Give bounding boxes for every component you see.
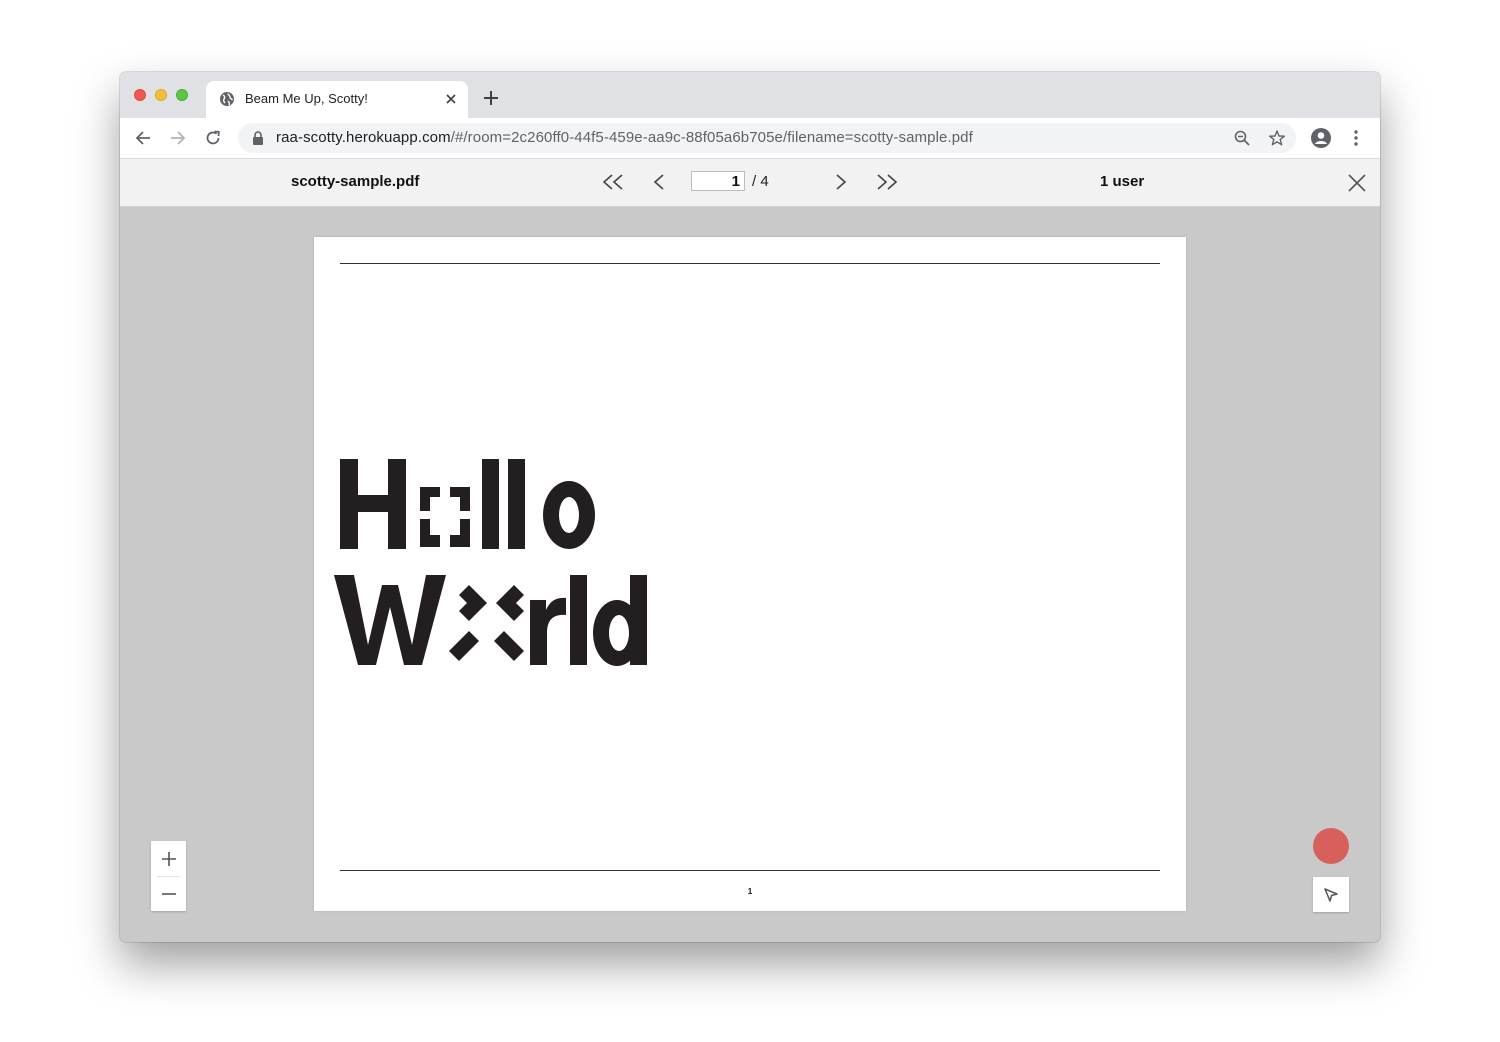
- zoom-indicator-button[interactable]: [1232, 128, 1252, 148]
- more-vertical-icon: [1354, 130, 1358, 146]
- url-text: raa-scotty.herokuapp.com/#/room=2c260ff0…: [276, 129, 973, 146]
- maximize-window-button[interactable]: [176, 89, 188, 101]
- reload-button[interactable]: [202, 127, 224, 149]
- browser-window: Beam Me Up, Scotty! raa-scotty.herokuapp…: [120, 72, 1380, 942]
- last-page-button[interactable]: [874, 170, 900, 194]
- cursor-arrow-icon: [1324, 887, 1338, 902]
- plus-icon: [161, 851, 176, 866]
- first-page-button[interactable]: [600, 170, 626, 194]
- close-icon: [446, 94, 456, 104]
- url-path: /#/room=2c260ff0-44f5-459e-aa9c-88f05a6b…: [450, 129, 973, 146]
- previous-page-button[interactable]: [646, 170, 672, 194]
- page-header-rule: [340, 263, 1160, 264]
- close-icon: [1348, 174, 1366, 192]
- url-host: raa-scotty.herokuapp.com: [276, 129, 451, 146]
- pointer-tool-button[interactable]: [1313, 877, 1349, 912]
- double-chevron-right-icon: [877, 174, 898, 190]
- page-total: / 4: [752, 173, 769, 190]
- arrow-right-icon: [171, 131, 186, 145]
- zoom-in-button[interactable]: [151, 841, 186, 876]
- pdf-page: 1: [314, 237, 1186, 911]
- globe-icon: [220, 92, 234, 106]
- close-window-button[interactable]: [134, 89, 146, 101]
- next-page-button[interactable]: [828, 170, 854, 194]
- reload-icon: [206, 130, 220, 145]
- zoom-controls: [151, 841, 186, 911]
- arrow-left-icon: [135, 131, 150, 145]
- plus-icon: [484, 91, 498, 105]
- record-button[interactable]: [1313, 828, 1349, 864]
- zoom-out-button[interactable]: [151, 876, 186, 911]
- back-button[interactable]: [132, 127, 154, 149]
- lock-icon: [253, 131, 263, 145]
- minimize-window-button[interactable]: [155, 89, 167, 101]
- double-chevron-left-icon: [602, 174, 623, 190]
- bookmark-button[interactable]: [1267, 128, 1287, 148]
- page-footer-number: 1: [747, 887, 753, 896]
- chevron-right-icon: [836, 174, 847, 190]
- account-icon: [1311, 128, 1331, 148]
- minus-icon: [161, 892, 176, 895]
- chevron-left-icon: [653, 174, 664, 190]
- close-viewer-button[interactable]: [1345, 171, 1369, 195]
- browser-toolbar: raa-scotty.herokuapp.com/#/room=2c260ff0…: [120, 118, 1380, 159]
- address-bar[interactable]: raa-scotty.herokuapp.com/#/room=2c260ff0…: [238, 123, 1296, 153]
- new-tab-button[interactable]: [482, 89, 500, 107]
- star-icon: [1269, 130, 1285, 146]
- tab-strip: Beam Me Up, Scotty!: [120, 72, 1380, 118]
- tab-close-button[interactable]: [442, 90, 460, 108]
- forward-button[interactable]: [167, 127, 189, 149]
- viewer-header: scotty-sample.pdf / 4 1 user: [120, 159, 1380, 207]
- file-name: scotty-sample.pdf: [291, 173, 420, 190]
- user-count: 1 user: [1100, 173, 1145, 190]
- browser-menu-button[interactable]: [1345, 127, 1367, 149]
- tab-title: Beam Me Up, Scotty!: [245, 91, 368, 106]
- browser-tab[interactable]: Beam Me Up, Scotty!: [206, 81, 468, 118]
- page-footer-rule: [340, 870, 1160, 871]
- zoom-out-magnifier-icon: [1234, 130, 1250, 146]
- profile-button[interactable]: [1310, 127, 1332, 149]
- hello-world-logo: [334, 459, 647, 666]
- page-number-input[interactable]: [691, 171, 745, 191]
